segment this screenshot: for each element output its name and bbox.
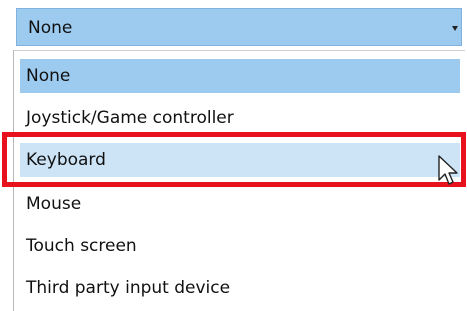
option-touch-screen[interactable]: Touch screen xyxy=(20,229,460,263)
stage: None None Joystick/Game controller Keybo… xyxy=(0,0,467,311)
option-label: Mouse xyxy=(26,194,82,214)
option-label: None xyxy=(26,66,71,86)
option-third-party-input-device[interactable]: Third party input device xyxy=(20,271,460,305)
option-label: Third party input device xyxy=(26,278,231,298)
option-mouse[interactable]: Mouse xyxy=(20,187,460,221)
arrow-pointer-icon xyxy=(438,155,458,185)
option-none[interactable]: None xyxy=(20,59,460,93)
option-label: Joystick/Game controller xyxy=(26,108,234,128)
caret-down-icon[interactable] xyxy=(452,26,458,31)
option-label: Touch screen xyxy=(26,236,137,256)
input-device-combobox[interactable]: None xyxy=(16,8,462,46)
option-joystick-game-controller[interactable]: Joystick/Game controller xyxy=(20,101,460,135)
option-label: Keyboard xyxy=(26,150,106,170)
combobox-value: None xyxy=(28,18,73,38)
option-keyboard[interactable]: Keyboard xyxy=(20,143,460,177)
dropdown-list: None Joystick/Game controller Keyboard M… xyxy=(13,50,465,311)
